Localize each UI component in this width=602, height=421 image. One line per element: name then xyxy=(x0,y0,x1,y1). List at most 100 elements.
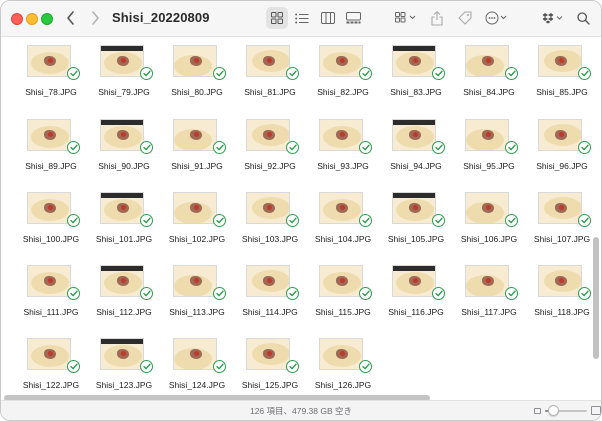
back-button[interactable] xyxy=(63,7,79,29)
list-view-button[interactable] xyxy=(291,7,313,29)
file-item[interactable]: Shisi_93.JPG xyxy=(309,117,379,183)
file-thumbnail xyxy=(173,45,217,77)
file-name: Shisi_82.JPG xyxy=(317,87,369,97)
synced-checkmark-icon xyxy=(140,287,153,300)
file-name: Shisi_78.JPG xyxy=(25,87,77,97)
minimize-button[interactable] xyxy=(26,13,38,25)
file-name: Shisi_95.JPG xyxy=(463,161,515,171)
tag-icon xyxy=(458,11,472,25)
file-thumbnail xyxy=(465,265,509,297)
more-icon xyxy=(485,11,507,25)
file-item[interactable]: Shisi_106.JPG xyxy=(455,190,525,256)
file-name: Shisi_102.JPG xyxy=(168,234,226,244)
file-item[interactable]: Shisi_102.JPG xyxy=(163,190,233,256)
file-item[interactable]: Shisi_115.JPG xyxy=(309,263,379,329)
synced-checkmark-icon xyxy=(359,67,372,80)
file-thumbnail xyxy=(27,45,71,77)
synced-checkmark-icon xyxy=(505,214,518,227)
file-item[interactable]: Shisi_81.JPG xyxy=(236,43,306,109)
icon-size-slider-knob[interactable] xyxy=(548,405,559,416)
group-icon xyxy=(395,12,416,23)
file-item[interactable]: Shisi_123.JPG xyxy=(90,336,160,394)
window-title: Shisi_20220809 xyxy=(112,10,210,25)
file-item[interactable]: Shisi_118.JPG xyxy=(528,263,593,329)
file-item[interactable]: Shisi_122.JPG xyxy=(17,336,87,394)
file-item[interactable]: Shisi_101.JPG xyxy=(90,190,160,256)
list-icon xyxy=(295,13,309,23)
file-name: Shisi_80.JPG xyxy=(171,87,223,97)
synced-checkmark-icon xyxy=(578,141,591,154)
more-actions-button[interactable] xyxy=(483,7,511,29)
synced-checkmark-icon xyxy=(286,360,299,373)
file-item[interactable]: Shisi_107.JPG xyxy=(528,190,593,256)
large-icon-size-icon xyxy=(591,406,601,415)
file-name: Shisi_83.JPG xyxy=(390,87,442,97)
file-item[interactable]: Shisi_90.JPG xyxy=(90,117,160,183)
file-item[interactable]: Shisi_94.JPG xyxy=(382,117,452,183)
file-item[interactable]: Shisi_79.JPG xyxy=(90,43,160,109)
file-item[interactable]: Shisi_125.JPG xyxy=(236,336,306,394)
file-name: Shisi_84.JPG xyxy=(463,87,515,97)
synced-checkmark-icon xyxy=(140,141,153,154)
synced-checkmark-icon xyxy=(505,287,518,300)
file-item[interactable]: Shisi_105.JPG xyxy=(382,190,452,256)
file-thumbnail xyxy=(319,45,363,77)
file-name: Shisi_92.JPG xyxy=(244,161,296,171)
file-name: Shisi_79.JPG xyxy=(98,87,150,97)
file-thumbnail xyxy=(27,265,71,297)
close-button[interactable] xyxy=(11,13,23,25)
synced-checkmark-icon xyxy=(213,360,226,373)
dropbox-button[interactable] xyxy=(541,7,565,29)
file-item[interactable]: Shisi_82.JPG xyxy=(309,43,379,109)
file-item[interactable]: Shisi_117.JPG xyxy=(455,263,525,329)
synced-checkmark-icon xyxy=(67,287,80,300)
search-button[interactable] xyxy=(573,7,593,29)
file-item[interactable]: Shisi_100.JPG xyxy=(17,190,87,256)
file-name: Shisi_124.JPG xyxy=(168,380,226,390)
file-item[interactable]: Shisi_92.JPG xyxy=(236,117,306,183)
column-view-button[interactable] xyxy=(317,7,339,29)
synced-checkmark-icon xyxy=(432,287,445,300)
file-item[interactable]: Shisi_95.JPG xyxy=(455,117,525,183)
gallery-view-button[interactable] xyxy=(342,7,364,29)
file-name: Shisi_126.JPG xyxy=(314,380,372,390)
file-item[interactable]: Shisi_126.JPG xyxy=(309,336,379,394)
toolbar: Shisi_20220809 xyxy=(1,1,601,37)
file-item[interactable]: Shisi_113.JPG xyxy=(163,263,233,329)
file-item[interactable]: Shisi_111.JPG xyxy=(17,263,87,329)
file-item[interactable]: Shisi_114.JPG xyxy=(236,263,306,329)
file-item[interactable]: Shisi_78.JPG xyxy=(17,43,87,109)
vertical-scroll-thumb[interactable] xyxy=(593,237,599,359)
vertical-scrollbar[interactable] xyxy=(592,41,599,393)
file-item[interactable]: Shisi_85.JPG xyxy=(528,43,593,109)
file-item[interactable]: Shisi_112.JPG xyxy=(90,263,160,329)
file-name: Shisi_90.JPG xyxy=(98,161,150,171)
file-item[interactable]: Shisi_84.JPG xyxy=(455,43,525,109)
icon-view-button[interactable] xyxy=(266,7,288,29)
file-thumbnail xyxy=(392,265,436,297)
file-item[interactable]: Shisi_124.JPG xyxy=(163,336,233,394)
file-item[interactable]: Shisi_91.JPG xyxy=(163,117,233,183)
file-name: Shisi_103.JPG xyxy=(241,234,299,244)
file-item[interactable]: Shisi_80.JPG xyxy=(163,43,233,109)
synced-checkmark-icon xyxy=(140,360,153,373)
share-button[interactable] xyxy=(427,7,447,29)
file-name: Shisi_117.JPG xyxy=(461,307,517,317)
file-thumbnail xyxy=(538,45,582,77)
file-thumbnail xyxy=(392,119,436,151)
file-item[interactable]: Shisi_104.JPG xyxy=(309,190,379,256)
zoom-button[interactable] xyxy=(41,13,53,25)
file-item[interactable]: Shisi_89.JPG xyxy=(17,117,87,183)
file-item[interactable]: Shisi_103.JPG xyxy=(236,190,306,256)
group-button[interactable] xyxy=(393,7,419,29)
file-thumbnail xyxy=(538,265,582,297)
synced-checkmark-icon xyxy=(432,214,445,227)
synced-checkmark-icon xyxy=(432,67,445,80)
file-item[interactable]: Shisi_96.JPG xyxy=(528,117,593,183)
forward-button[interactable] xyxy=(87,7,103,29)
file-item[interactable]: Shisi_116.JPG xyxy=(382,263,452,329)
file-item[interactable]: Shisi_83.JPG xyxy=(382,43,452,109)
gallery-icon xyxy=(345,12,361,24)
synced-checkmark-icon xyxy=(67,141,80,154)
tag-button[interactable] xyxy=(455,7,475,29)
